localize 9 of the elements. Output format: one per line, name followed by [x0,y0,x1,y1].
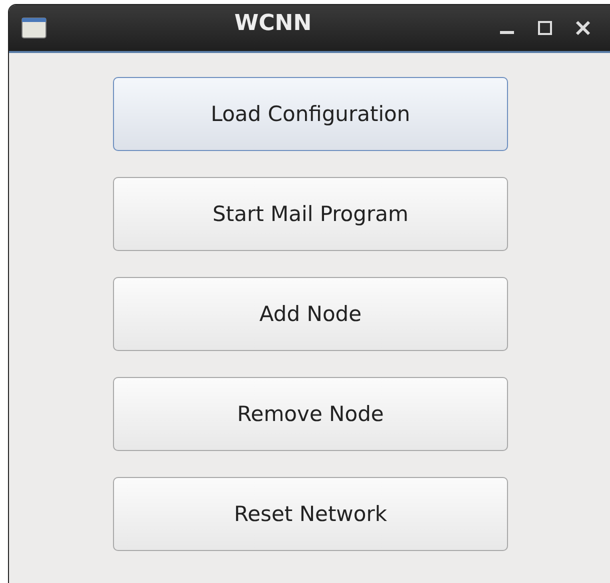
maximize-icon[interactable] [537,20,553,36]
action-button[interactable]: Remove Node [113,377,508,451]
action-button[interactable]: Load Configuration [113,77,508,151]
action-button[interactable]: Add Node [113,277,508,351]
action-button[interactable]: Reset Network [113,477,508,551]
window-title: WCNN [233,10,313,36]
close-icon[interactable] [575,20,591,36]
window-icon [21,17,47,39]
action-button[interactable]: Start Mail Program [113,177,508,251]
